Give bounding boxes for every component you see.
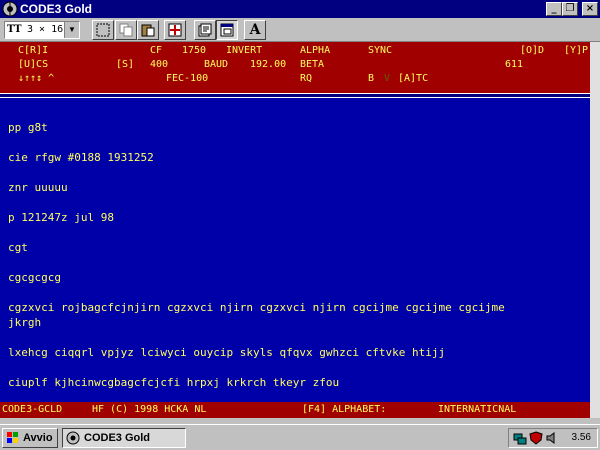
terminal-line: jkrgh — [8, 316, 42, 329]
copyright-label: HF (C) 1998 HCKA NL — [92, 404, 207, 415]
terminal-line: lxehcg ciqqrl vpjyz lciwyci ouycip skyls… — [8, 346, 446, 359]
properties-icon — [198, 23, 212, 37]
beta-mode[interactable]: BETA — [300, 59, 324, 71]
copy-button[interactable] — [115, 20, 137, 40]
truetype-icon: TT — [7, 24, 22, 35]
code-value: 611 — [505, 59, 524, 70]
app-icon — [66, 431, 80, 445]
b-indicator: B — [368, 73, 375, 84]
atc-option[interactable]: [A]TC — [398, 73, 428, 85]
clock[interactable]: 3.56 — [572, 429, 591, 447]
fullscreen-button[interactable] — [164, 20, 186, 40]
window-button[interactable] — [216, 20, 238, 40]
cf-value: 1750 — [182, 45, 207, 56]
taskbar-item-label: CODE3 Gold — [84, 432, 151, 444]
sync-status[interactable]: SYNC — [368, 45, 392, 57]
yp-option[interactable]: [Y]P — [564, 45, 588, 57]
cf-label: CF — [150, 45, 163, 56]
close-button[interactable]: × — [582, 2, 598, 16]
rq-status: RQ — [300, 73, 313, 84]
window-icon — [220, 23, 234, 37]
select-icon — [96, 23, 110, 37]
product-label: CODE3-GCLD — [2, 404, 63, 415]
alphabet-value: INTERNATICNAL — [438, 404, 517, 415]
window-title: CODE3 Gold — [20, 2, 93, 16]
tuning-arrows: ↓↑↑↕ ^ — [18, 73, 55, 84]
ucs-option[interactable]: [U]CS — [18, 59, 48, 71]
shift-option[interactable]: [S] — [116, 59, 134, 71]
terminal-line: p 121247z jul 98 — [8, 211, 114, 224]
start-label: Avvio — [23, 432, 53, 444]
v-indicator: V — [384, 73, 391, 84]
taskbar: Avvio CODE3 Gold 3.56 — [0, 424, 600, 450]
font-icon: A — [249, 22, 261, 38]
system-tray: 3.56 — [508, 428, 598, 448]
paste-icon — [141, 24, 155, 37]
cri-label[interactable]: C[R]I — [18, 45, 48, 57]
font-size-value: 3 × 16 — [27, 24, 64, 35]
shield-icon[interactable] — [529, 431, 543, 445]
font-button[interactable]: A — [244, 20, 266, 40]
toolbar: TT 3 × 16 ▼ A — [0, 18, 600, 42]
invert-toggle[interactable]: INVERT — [226, 45, 262, 57]
paste-button[interactable] — [137, 20, 159, 40]
terminal-line: znr uuuuu — [8, 181, 68, 194]
terminal-line: cgcgcgcg — [8, 271, 61, 284]
baud-value: 192.00 — [250, 59, 287, 70]
network-icon[interactable] — [513, 431, 527, 445]
font-size-select[interactable]: TT 3 × 16 ▼ — [4, 21, 80, 39]
windows-logo-icon — [7, 432, 18, 443]
terminal-line: cgt — [8, 241, 28, 254]
baud-label: BAUD — [204, 59, 229, 70]
terminal-line: pp g8t — [8, 121, 48, 134]
vertical-scrollbar[interactable] — [590, 42, 600, 418]
alphabet-key[interactable]: [F4] ALPHABET: — [302, 404, 386, 416]
copy-icon — [119, 23, 133, 37]
od-option[interactable]: [O]D — [520, 45, 544, 57]
target-icon — [168, 23, 182, 37]
alpha-mode[interactable]: ALPHA — [300, 45, 330, 57]
fec-mode[interactable]: FEC-100 — [166, 73, 208, 85]
title-bar[interactable]: CODE3 Gold _ ❐ × — [0, 0, 600, 18]
properties-button[interactable] — [194, 20, 216, 40]
minimize-button[interactable]: _ — [546, 2, 562, 16]
app-icon[interactable] — [2, 1, 18, 17]
select-button[interactable] — [92, 20, 114, 40]
start-button[interactable]: Avvio — [2, 428, 58, 448]
status-panel: C[R]I CF 1750 INVERT ALPHA SYNC [O]D [Y]… — [0, 42, 590, 93]
footer-status: CODE3-GCLD HF (C) 1998 HCKA NL [F4] ALPH… — [0, 402, 590, 418]
speaker-icon[interactable] — [545, 431, 559, 445]
chevron-down-icon[interactable]: ▼ — [64, 22, 79, 38]
terminal-output[interactable]: pp g8t cie rfgw #0188 1931252 znr uuuuu … — [0, 98, 590, 402]
shift-value: 400 — [150, 59, 169, 70]
terminal-line: cie rfgw #0188 1931252 — [8, 151, 154, 164]
taskbar-item-code3[interactable]: CODE3 Gold — [62, 428, 186, 448]
terminal-line: ciuplf kjhcinwcgbagcfcjcfi hrpxj krkrch … — [8, 376, 340, 389]
terminal-line: cgzxvci rojbagcfcjnjirn cgzxvci njirn cg… — [8, 301, 505, 314]
restore-button[interactable]: ❐ — [562, 2, 578, 16]
